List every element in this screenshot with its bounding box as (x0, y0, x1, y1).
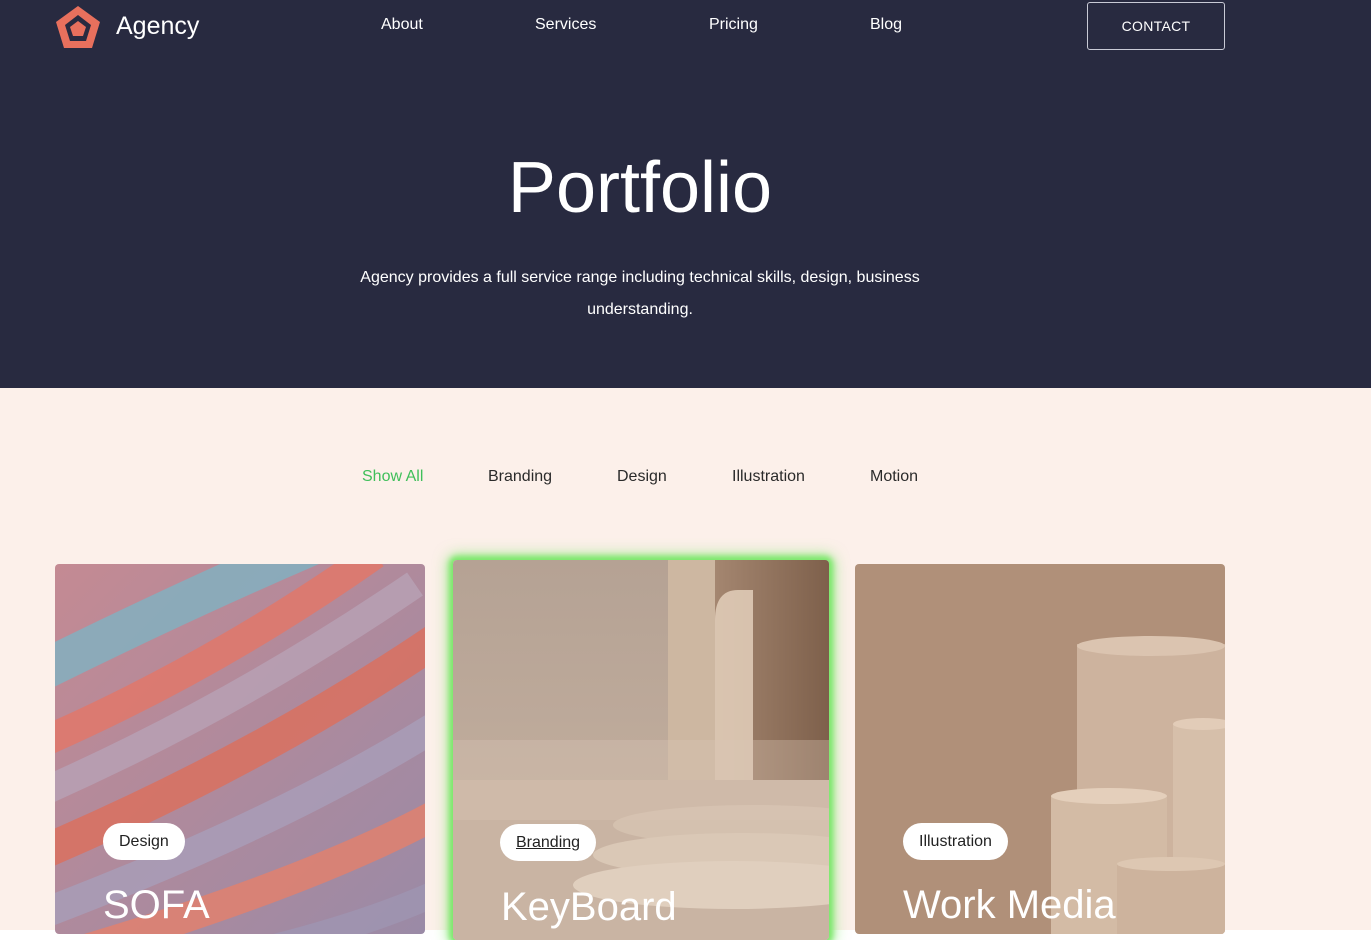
card-image-swirl (55, 564, 425, 934)
nav-link-pricing[interactable]: Pricing (709, 15, 758, 35)
page-title: Portfolio (507, 148, 773, 228)
card-tag-illustration[interactable]: Illustration (903, 823, 1008, 860)
card-tag-branding[interactable]: Branding (500, 824, 597, 861)
pentagon-logo-icon[interactable] (54, 4, 102, 50)
filter-show-all[interactable]: Show All (362, 466, 423, 488)
filter-design[interactable]: Design (617, 466, 667, 488)
card-tag-label: Design (119, 832, 169, 850)
filter-branding[interactable]: Branding (488, 466, 552, 488)
filter-motion[interactable]: Motion (870, 466, 918, 488)
card-title-work-media[interactable]: Work Media (903, 883, 1116, 927)
nav-link-blog[interactable]: Blog (870, 15, 902, 35)
portfolio-card-keyboard[interactable]: Branding KeyBoard (453, 560, 829, 940)
nav-link-services[interactable]: Services (535, 15, 596, 35)
nav-link-about[interactable]: About (381, 15, 423, 35)
card-title-keyboard[interactable]: KeyBoard (501, 885, 677, 929)
contact-button[interactable]: CONTACT (1087, 2, 1225, 50)
portfolio-card-work-media[interactable]: Illustration Work Media (855, 564, 1225, 934)
card-image-arches (453, 560, 829, 940)
card-tag-label: Branding (516, 833, 581, 851)
card-title-sofa[interactable]: SOFA (103, 883, 210, 927)
card-tag-label: Illustration (919, 832, 992, 850)
brand-name[interactable]: Agency (116, 12, 199, 41)
page-subtitle: Agency provides a full service range inc… (360, 269, 920, 318)
portfolio-card-sofa[interactable]: Design SOFA (55, 564, 425, 934)
hero-section: Agency About Services Pricing Blog CONTA… (0, 0, 1371, 388)
card-image-cylinders (855, 564, 1225, 934)
filter-illustration[interactable]: Illustration (732, 466, 805, 488)
card-tag-design[interactable]: Design (103, 823, 185, 860)
portfolio-section: Show All Branding Design Illustration Mo… (0, 388, 1371, 940)
